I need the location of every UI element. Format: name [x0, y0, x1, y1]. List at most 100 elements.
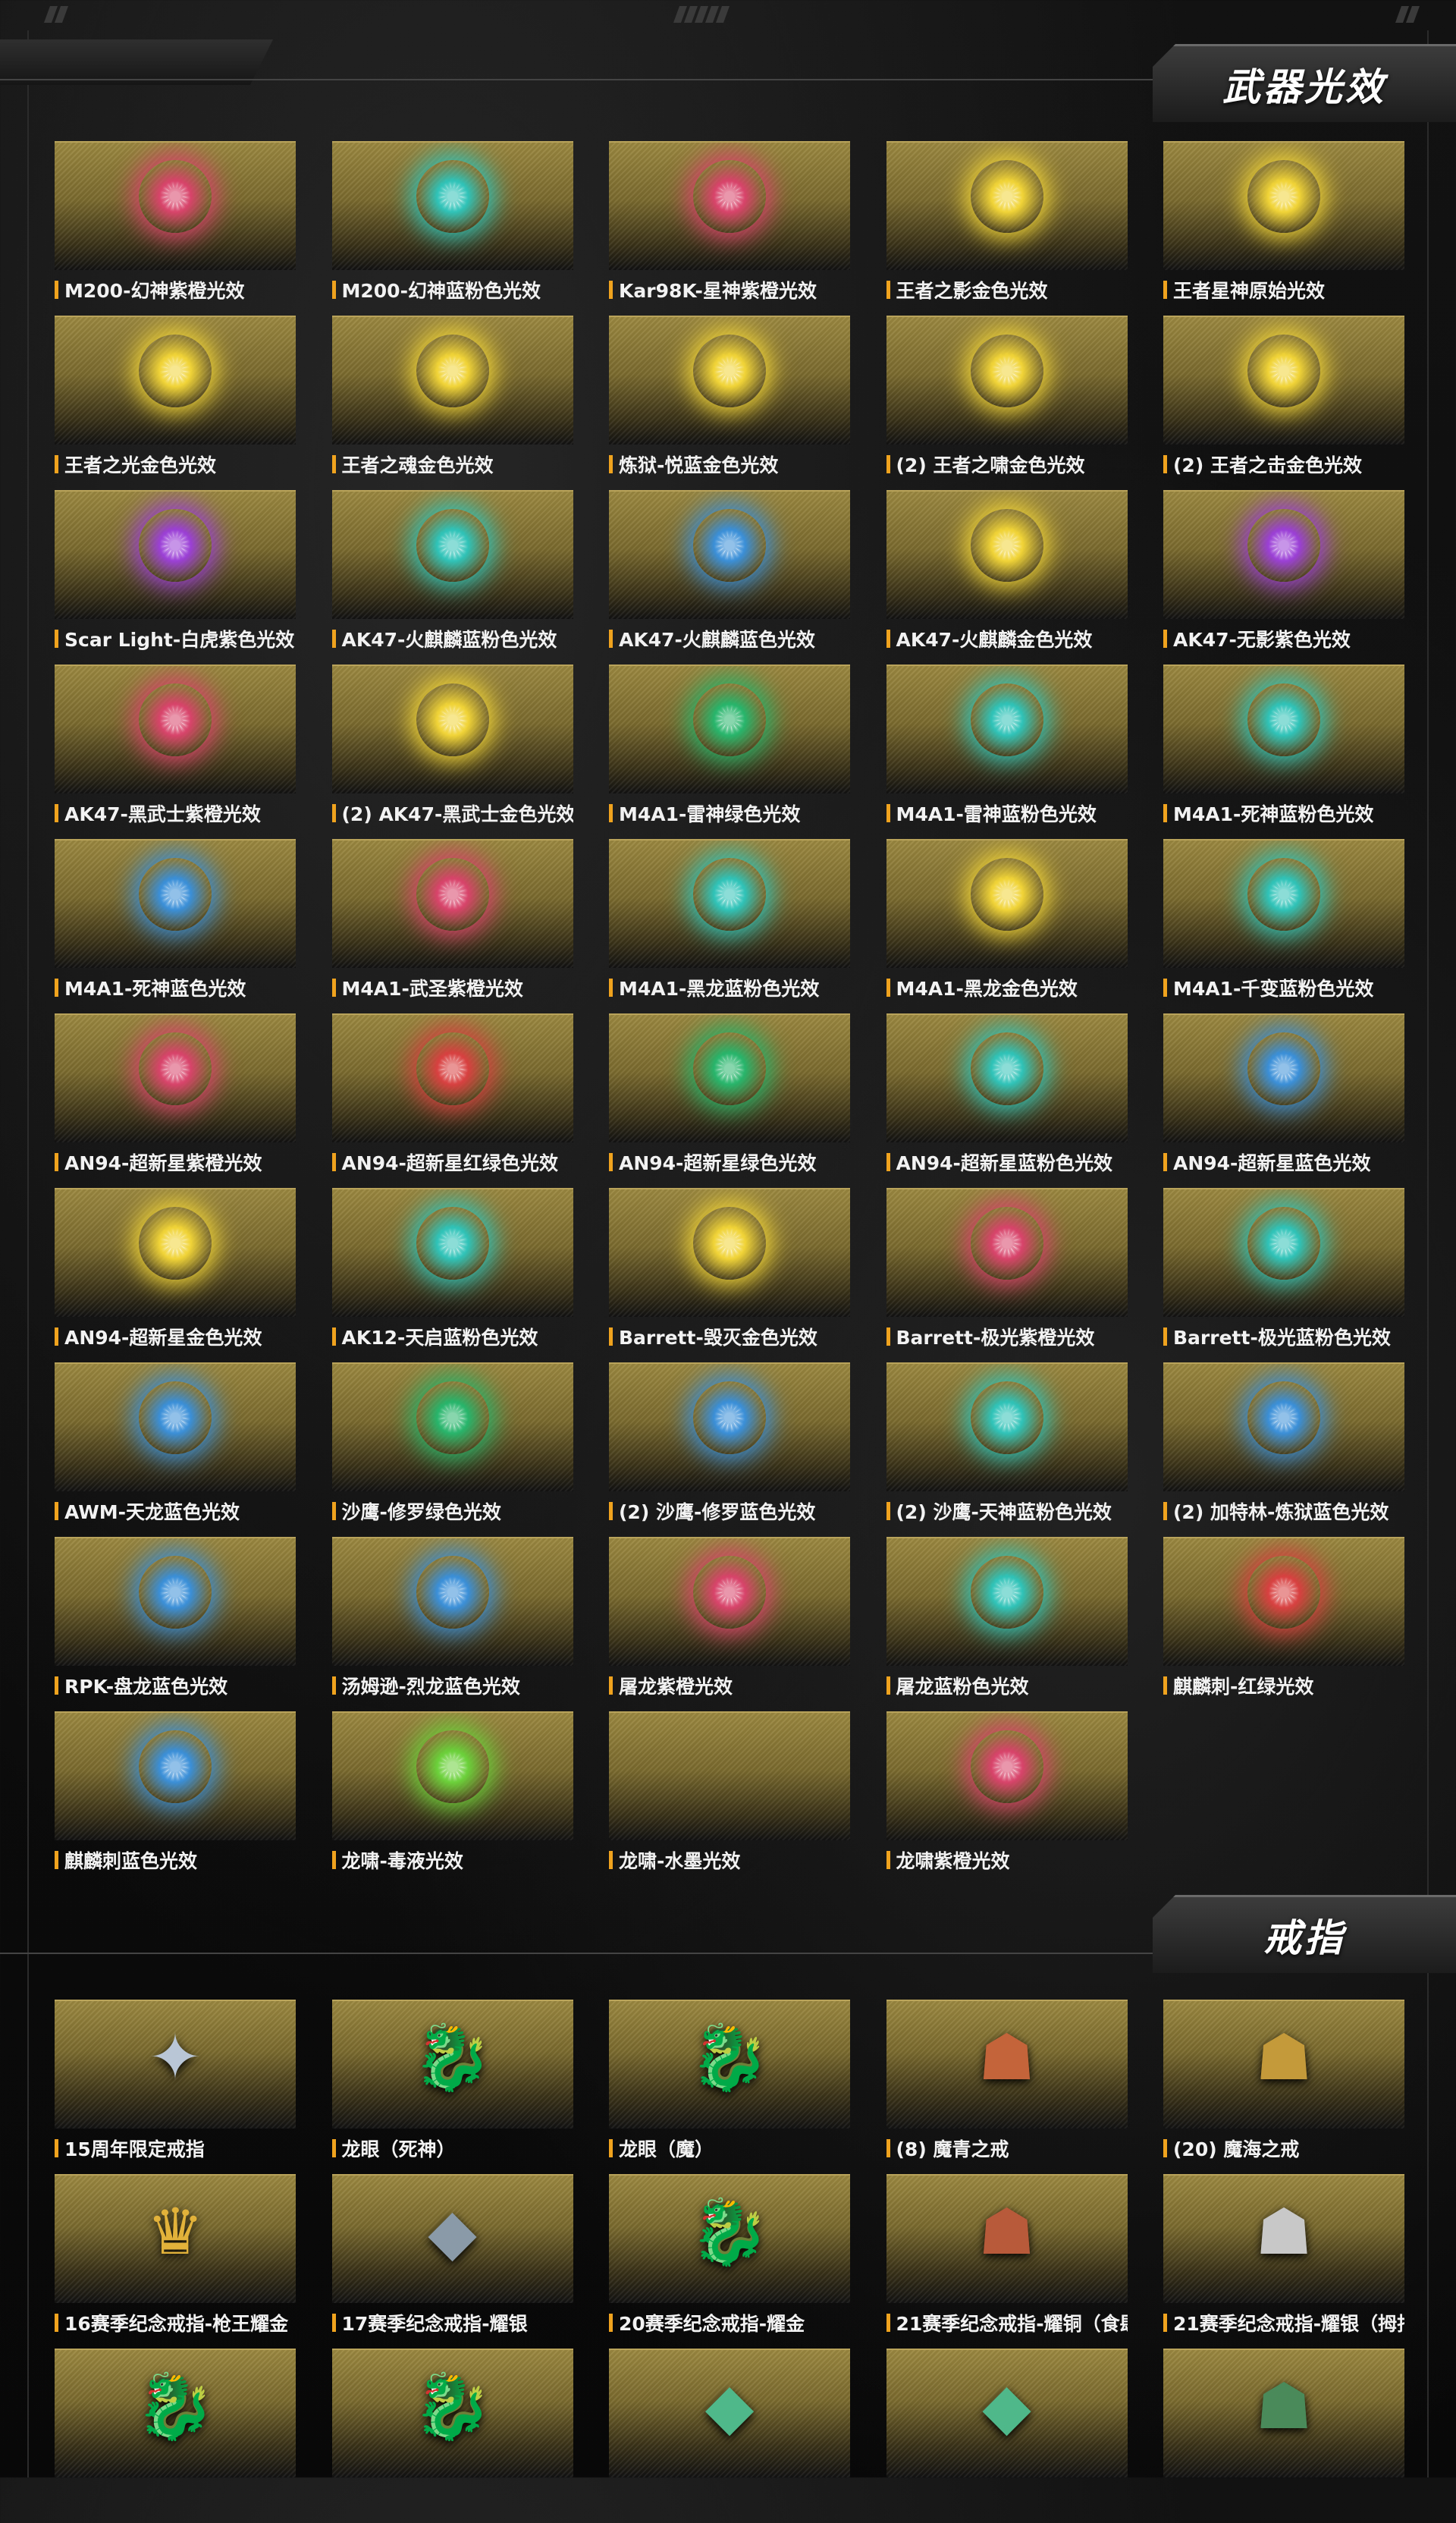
effect-card[interactable]: ✺ 王者之影金色光效 [886, 141, 1128, 316]
effect-card[interactable]: ✺ M4A1-死神蓝粉色光效 [1163, 665, 1404, 839]
ring-card[interactable]: 🐉 [331, 2349, 573, 2523]
effect-label: AK47-火麒麟金色光效 [886, 624, 1128, 654]
effect-card[interactable]: ✺ M4A1-黑龙蓝粉色光效 [609, 839, 850, 1013]
effect-label: (2) 王者之啸金色光效 [886, 449, 1128, 479]
effect-card[interactable]: ✺ 王者之魂金色光效 [331, 316, 573, 490]
rings-grid: ✦ 15周年限定戒指 🐉 龙眼（死神） 🐉 龙眼（魔） ☗ (8) 魔青之戒 ☗ (20) 魔海之… [55, 2000, 1404, 2523]
light-ring-icon: ✺ [1264, 867, 1304, 921]
ring-label: 16赛季纪念戒指-枪王耀金 [55, 2308, 296, 2338]
effect-card[interactable]: ✺ AN94-超新星绿色光效 [609, 1013, 850, 1188]
light-ring-icon: ✺ [1264, 169, 1304, 223]
effect-card[interactable]: ✺ (2) 加特林-炼狱蓝色光效 [1163, 1362, 1404, 1537]
effect-card[interactable]: ✺ 王者星神原始光效 [1163, 141, 1404, 316]
effect-thumbnail: ✺ [331, 141, 573, 270]
ring-thumbnail: ☗ [1163, 2174, 1404, 2303]
effect-card[interactable]: ✺ (2) 王者之啸金色光效 [886, 316, 1128, 490]
effect-label: 龙啸-毒液光效 [332, 1845, 573, 1875]
effect-card[interactable]: ✺ AN94-超新星红绿色光效 [331, 1013, 573, 1188]
effect-card[interactable]: ✺ M4A1-武圣紫橙光效 [331, 839, 573, 1013]
beast-ring-icon: ☗ [977, 2019, 1036, 2094]
effect-card[interactable]: ✺ Barrett-极光蓝粉色光效 [1163, 1188, 1404, 1362]
light-ring-icon: ✺ [710, 344, 749, 397]
effect-card[interactable]: ✺ 屠龙紫橙光效 [609, 1537, 850, 1711]
effect-card[interactable]: ✺ 麒麟刺蓝色光效 [55, 1711, 296, 1886]
effect-thumbnail: ✺ [1163, 839, 1404, 968]
ring-card[interactable]: ☗ 21赛季纪念戒指-耀铜（食肆 [886, 2174, 1128, 2349]
effect-card[interactable]: ✺ 沙鹰-修罗绿色光效 [331, 1362, 573, 1537]
effect-card[interactable]: ✺ (2) AK47-黑武士金色光效 [331, 665, 573, 839]
effect-card[interactable]: ✺ (2) 王者之击金色光效 [1163, 316, 1404, 490]
effect-card[interactable]: ✺ M4A1-千变蓝粉色光效 [1163, 839, 1404, 1013]
effect-card[interactable]: ✺ 汤姆逊-烈龙蓝色光效 [331, 1537, 573, 1711]
effect-card[interactable]: ✺ 麒麟刺-红绿光效 [1163, 1537, 1404, 1711]
effect-label: M4A1-雷神蓝粉色光效 [886, 798, 1128, 828]
effect-card[interactable]: ✺ 王者之光金色光效 [55, 316, 296, 490]
effect-card[interactable]: ✺ AN94-超新星紫橙光效 [55, 1013, 296, 1188]
effect-thumbnail: ✺ [609, 316, 850, 445]
ring-card[interactable]: 🐉 20赛季纪念戒指-耀金 [609, 2174, 850, 2349]
effect-card[interactable]: ✺ AK47-火麒麟蓝粉色光效 [331, 490, 573, 665]
ring-card[interactable]: 🐉 龙眼（死神） [331, 2000, 573, 2174]
ring-card[interactable]: ☗ 21赛季纪念戒指-耀银（拇指 [1163, 2174, 1404, 2349]
effect-thumbnail: ✺ [886, 1013, 1128, 1142]
effect-card[interactable]: ✺ 炼狱-悦蓝金色光效 [609, 316, 850, 490]
ring-card[interactable]: ◆ [609, 2349, 850, 2523]
effect-label: 炼狱-悦蓝金色光效 [609, 449, 850, 479]
ring-card[interactable]: ◆ 17赛季纪念戒指-耀银 [331, 2174, 573, 2349]
ring-card[interactable]: 🐉 [55, 2349, 296, 2523]
effect-card[interactable]: ✺ RPK-盘龙蓝色光效 [55, 1537, 296, 1711]
effect-card[interactable]: ✺ 龙啸紫橙光效 [886, 1711, 1128, 1886]
effect-card[interactable]: ✺ AWM-天龙蓝色光效 [55, 1362, 296, 1537]
effect-card[interactable]: ✺ M4A1-死神蓝色光效 [55, 839, 296, 1013]
ring-card[interactable]: ☗ (20) 魔海之戒 [1163, 2000, 1404, 2174]
ring-card[interactable]: 🐉 龙眼（魔） [609, 2000, 850, 2174]
effect-card[interactable]: ✺ Barrett-毁灭金色光效 [609, 1188, 850, 1362]
ring-card[interactable]: ◆ [886, 2349, 1128, 2523]
effect-card[interactable]: ✺ 龙啸-毒液光效 [331, 1711, 573, 1886]
effect-card[interactable]: ✺ Kar98K-星神紫橙光效 [609, 141, 850, 316]
effect-card[interactable]: ✺ AK47-无影紫色光效 [1163, 490, 1404, 665]
effect-label: AN94-超新星紫橙光效 [55, 1147, 296, 1177]
effect-label: AK47-黑武士紫橙光效 [55, 798, 296, 828]
header-left-deco [0, 39, 273, 85]
ring-label: 20赛季纪念戒指-耀金 [609, 2308, 850, 2338]
light-ring-icon: ✺ [710, 1565, 749, 1619]
effect-card[interactable]: ✺ AK47-火麒麟蓝色光效 [609, 490, 850, 665]
effect-label: (2) 沙鹰-天神蓝粉色光效 [886, 1496, 1128, 1526]
effect-card[interactable]: ✺ Barrett-极光紫橙光效 [886, 1188, 1128, 1362]
light-ring-icon: ✺ [155, 518, 195, 572]
star-gem-ring-icon: ✦ [148, 2019, 202, 2094]
effect-label: 麒麟刺-红绿光效 [1163, 1670, 1404, 1701]
effect-label: 王者之魂金色光效 [332, 449, 573, 479]
ring-label: 17赛季纪念戒指-耀银 [332, 2308, 573, 2338]
light-ring-icon: ✺ [433, 693, 472, 746]
effect-card[interactable]: ✺ M4A1-雷神绿色光效 [609, 665, 850, 839]
effect-card[interactable]: ✺ Scar Light-白虎紫色光效 [55, 490, 296, 665]
effect-card[interactable]: ✺ AK47-火麒麟金色光效 [886, 490, 1128, 665]
ring-card[interactable]: ✦ 15周年限定戒指 [55, 2000, 296, 2174]
effect-card[interactable]: ✺ AN94-超新星蓝粉色光效 [886, 1013, 1128, 1188]
light-ring-icon: ✺ [987, 169, 1026, 223]
effect-thumbnail: ✺ [331, 316, 573, 445]
effect-label: 沙鹰-修罗绿色光效 [332, 1496, 573, 1526]
effect-card[interactable]: ✺ AN94-超新星金色光效 [55, 1188, 296, 1362]
effect-label: RPK-盘龙蓝色光效 [55, 1670, 296, 1701]
effect-card[interactable]: ✺ AK12-天启蓝粉色光效 [331, 1188, 573, 1362]
top-deco-left [43, 6, 69, 23]
effect-thumbnail: ✺ [609, 141, 850, 270]
effect-card[interactable]: ✺ (2) 沙鹰-天神蓝粉色光效 [886, 1362, 1128, 1537]
effect-card[interactable]: ✺ 屠龙蓝粉色光效 [886, 1537, 1128, 1711]
effect-card[interactable]: 龙啸-水墨光效 [609, 1711, 850, 1886]
ring-card[interactable]: ☗ [1163, 2349, 1404, 2523]
ring-card[interactable]: ☗ (8) 魔青之戒 [886, 2000, 1128, 2174]
effect-thumbnail: ✺ [55, 141, 296, 270]
effect-card[interactable]: ✺ M4A1-雷神蓝粉色光效 [886, 665, 1128, 839]
effect-thumbnail: ✺ [609, 1362, 850, 1491]
effect-card[interactable]: ✺ (2) 沙鹰-修罗蓝色光效 [609, 1362, 850, 1537]
effect-card[interactable]: ✺ AK47-黑武士紫橙光效 [55, 665, 296, 839]
effect-card[interactable]: ✺ M200-幻神蓝粉色光效 [331, 141, 573, 316]
effect-card[interactable]: ✺ M4A1-黑龙金色光效 [886, 839, 1128, 1013]
effect-card[interactable]: ✺ M200-幻神紫橙光效 [55, 141, 296, 316]
ring-card[interactable]: ♛ 16赛季纪念戒指-枪王耀金 [55, 2174, 296, 2349]
effect-card[interactable]: ✺ AN94-超新星蓝色光效 [1163, 1013, 1404, 1188]
